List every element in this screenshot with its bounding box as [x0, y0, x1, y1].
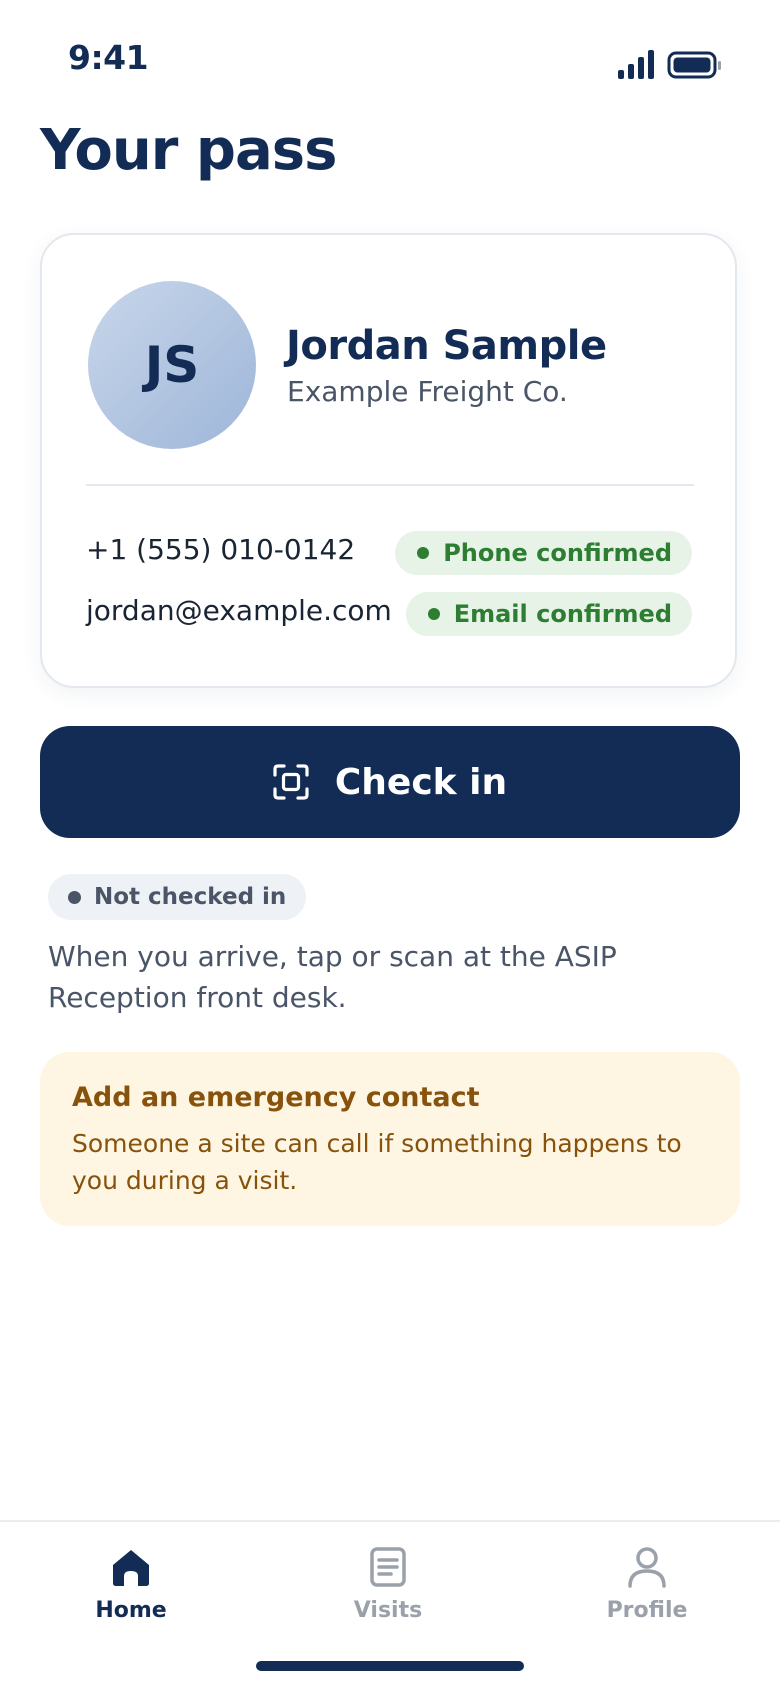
email-confirmed-label: Email confirmed [453, 600, 672, 628]
card-divider [86, 484, 694, 486]
phone-confirmed-label: Phone confirmed [443, 539, 672, 567]
emergency-contact-title: Add an emergency contact [72, 1082, 480, 1113]
avatar: JS [88, 281, 256, 449]
emergency-contact-card[interactable]: Add an emergency contact Someone a site … [40, 1052, 740, 1226]
scan-icon [273, 764, 309, 800]
arrival-hint: When you arrive, tap or scan at the ASIP… [48, 940, 617, 1014]
emergency-contact-description: Someone a site can call if something hap… [72, 1129, 682, 1195]
holder-name: Jordan Sample [286, 323, 607, 369]
battery-full-icon [667, 51, 721, 79]
check-in-label: Check in [334, 761, 508, 803]
visits-list-icon [370, 1547, 406, 1587]
email-address: jordan@example.com [86, 594, 392, 627]
status-time: 9:41 [68, 38, 149, 77]
profile-icon [628, 1547, 666, 1588]
home-icon [113, 1550, 149, 1586]
check-in-status-badge: Not checked in [48, 874, 307, 920]
tab-profile-label: Profile [606, 1598, 688, 1623]
status-bar: 9:41 [0, 0, 780, 120]
status-dot-icon [68, 890, 81, 904]
holder-company: Example Freight Co. [287, 375, 568, 408]
tab-profile[interactable]: Profile [547, 1546, 747, 1636]
phone-number: +1 (555) 010-0142 [86, 533, 356, 566]
tab-home[interactable]: Home [31, 1546, 231, 1636]
status-dot-icon [417, 547, 430, 559]
tab-visits-label: Visits [353, 1598, 423, 1623]
page-title: Your pass [40, 118, 337, 183]
tab-visits[interactable]: Visits [288, 1546, 488, 1636]
phone-confirmed-badge: Phone confirmed [395, 531, 692, 575]
status-dot-icon [427, 608, 440, 620]
pass-card: JS Jordan Sample Example Freight Co. +1 … [40, 233, 737, 688]
tab-home-label: Home [95, 1598, 167, 1623]
email-confirmed-badge: Email confirmed [405, 592, 692, 636]
check-in-status-label: Not checked in [94, 884, 287, 910]
signal-bars-icon [618, 50, 654, 79]
check-in-button[interactable]: Check in [40, 726, 740, 838]
home-indicator [256, 1661, 524, 1671]
